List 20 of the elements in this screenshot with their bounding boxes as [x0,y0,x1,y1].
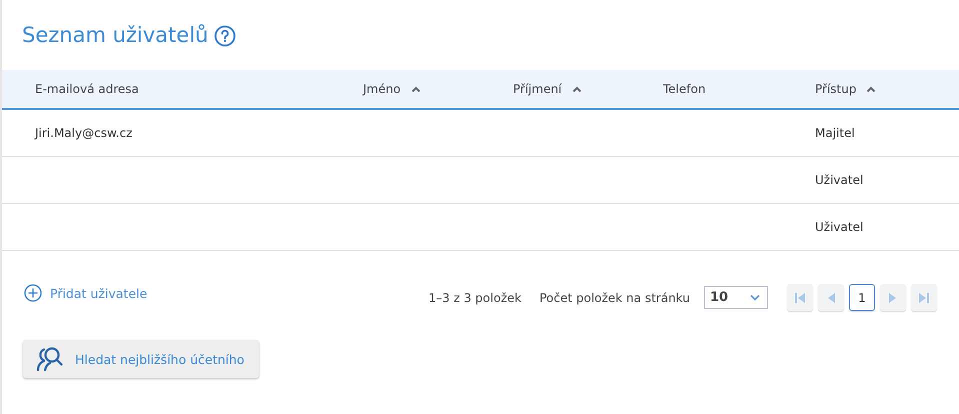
page-size-dropdown[interactable]: 10 [704,286,768,309]
help-icon[interactable] [214,24,236,46]
plus-circle-icon [24,284,42,302]
table-cell: Uživatel [815,220,864,234]
table-cell: Majitel [815,126,855,140]
page-title: Seznam uživatelů [22,23,208,47]
column-header[interactable]: E-mailová adresa [35,82,363,96]
page-number-button[interactable]: 1 [849,284,875,311]
table-cell: Uživatel [815,173,864,187]
column-header[interactable]: Telefon [663,82,815,96]
skip-forward-icon [918,292,930,304]
people-search-icon [35,345,65,373]
chevron-down-icon [750,294,760,301]
sort-header[interactable]: Přístup [815,82,959,96]
item-count: 1–3 z 3 položek [428,290,522,304]
skip-back-icon [794,292,806,304]
sort-header[interactable]: Jméno [363,82,513,96]
table-cell: Jiri.Maly@csw.cz [35,126,132,140]
page-size-label: Počet položek na stránku [539,290,690,304]
sort-header[interactable]: Příjmení [513,82,663,96]
